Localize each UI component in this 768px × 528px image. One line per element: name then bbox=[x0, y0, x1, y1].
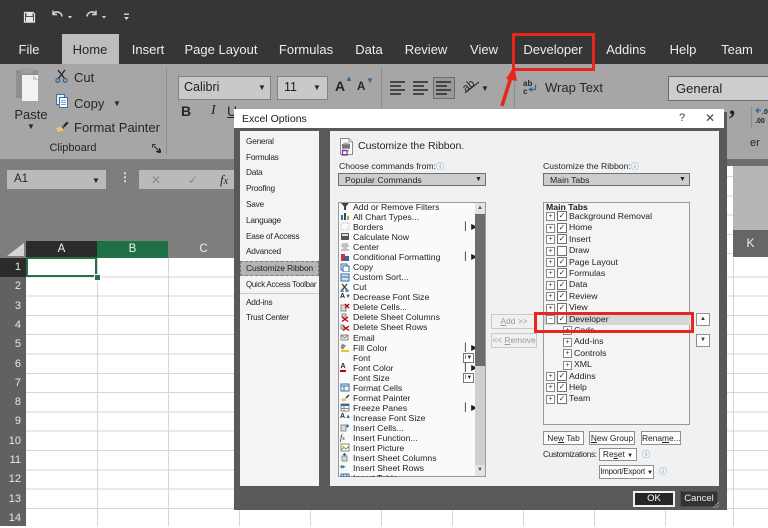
svg-text:.00: .00 bbox=[755, 118, 765, 125]
svg-text:.0: .0 bbox=[762, 109, 768, 116]
